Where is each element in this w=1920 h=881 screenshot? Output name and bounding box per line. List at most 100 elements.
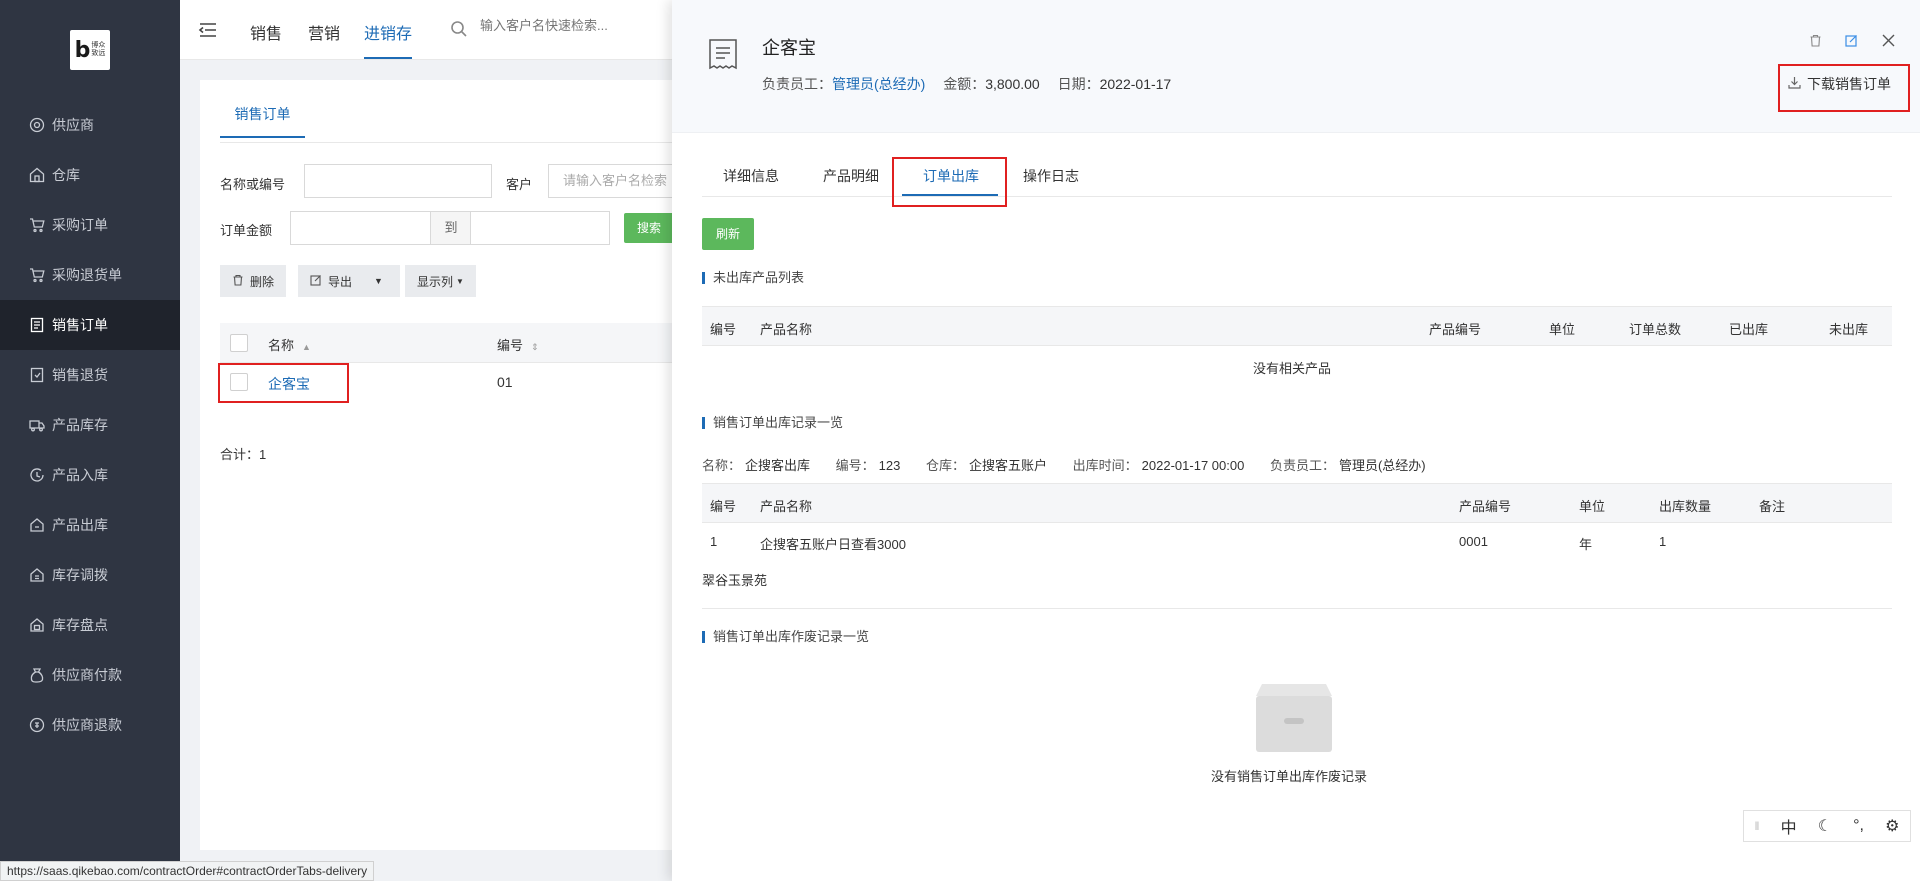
name-filter-label: 名称或编号 xyxy=(220,177,286,192)
owner-label: 负责员工： xyxy=(762,76,832,92)
logo-text-2: 致远 xyxy=(91,50,106,57)
inventory-icon xyxy=(28,616,46,634)
punctuation-icon[interactable]: °, xyxy=(1853,817,1864,835)
sidebar-item-label: 销售订单 xyxy=(52,317,108,333)
owner-link[interactable]: 管理员(总经办) xyxy=(832,76,925,92)
caret-down-icon[interactable]: ▼ xyxy=(374,276,383,286)
col-product-code: 产品编号 xyxy=(1459,499,1512,514)
date-label: 日期： xyxy=(1057,76,1100,92)
sidebar-item-warehouse[interactable]: 仓库 xyxy=(0,150,180,200)
order-code: 01 xyxy=(497,374,513,390)
gear-icon[interactable]: ⚙ xyxy=(1885,816,1899,836)
transfer-icon xyxy=(28,566,46,584)
column-name-header[interactable]: 名称 ▲ xyxy=(268,335,311,354)
delete-button[interactable]: 删除 xyxy=(220,265,287,297)
sidebar-item-supplier[interactable]: 供应商 xyxy=(0,100,180,150)
delivery-record-info: 名称： 企搜客出库 编号： 123 仓库： 企搜客五账户 出库时间： 2022-01-1… xyxy=(702,458,1426,473)
tab-order-delivery[interactable]: 订单出库 xyxy=(923,166,979,186)
delete-icon[interactable] xyxy=(1809,34,1823,48)
search-button[interactable]: 搜索 xyxy=(624,213,674,243)
tab-detail-info[interactable]: 详细信息 xyxy=(723,166,779,186)
delivery-table-header: 编号 产品名称 产品编号 单位 出库数量 备注 xyxy=(702,483,1892,523)
logo-letter: b xyxy=(74,37,91,63)
tab-sales-order[interactable]: 销售订单 xyxy=(220,104,305,138)
tab-product-detail[interactable]: 产品明细 xyxy=(823,166,879,186)
sidebar-item-label: 产品出库 xyxy=(52,517,108,533)
columns-label: 显示列 xyxy=(417,274,454,289)
sidebar-item-stock-count[interactable]: 库存盘点 xyxy=(0,600,180,650)
col-note: 备注 xyxy=(1759,499,1786,514)
tab-sales[interactable]: 销售 xyxy=(250,20,282,44)
drawer-title: 企客宝 xyxy=(762,38,816,58)
tab-operation-log[interactable]: 操作日志 xyxy=(1023,166,1079,186)
row-product-code: 0001 xyxy=(1459,534,1488,549)
record-warehouse: 企搜客五账户 xyxy=(969,458,1048,473)
menu-collapse-icon[interactable] xyxy=(198,20,218,40)
sidebar-item-supplier-payment[interactable]: 供应商付款 xyxy=(0,650,180,700)
grip-icon[interactable]: ‖ xyxy=(1755,819,1760,833)
sidebar-item-label: 库存调拨 xyxy=(52,567,108,583)
sidebar: b 博众 致远 供应商 仓库 采购订单 采购退货单 销售订单 销售退货 产品库存… xyxy=(0,0,180,881)
moon-icon[interactable]: ☾ xyxy=(1818,816,1832,836)
download-order-button[interactable]: 下载销售订单 xyxy=(1788,74,1891,94)
customer-search-input[interactable] xyxy=(480,18,680,33)
inbound-icon xyxy=(28,466,46,484)
close-icon[interactable] xyxy=(1882,34,1896,48)
edit-icon[interactable] xyxy=(1845,34,1859,48)
amount-to-label: 到 xyxy=(431,211,471,245)
drawer-header: 企客宝 负责员工：管理员(总经办) 金额：3,800.00 日期：2022-01… xyxy=(672,0,1920,133)
sidebar-item-label: 供应商退款 xyxy=(52,717,122,733)
order-name-link[interactable]: 企客宝 xyxy=(268,374,310,394)
main-panel: 销售订单 名称或编号 客户 请输入客户名检索 订单金额 到 搜索 删除 导出 ▼… xyxy=(200,80,708,850)
sort-asc-icon: ▲ xyxy=(302,342,311,352)
sort-icon: ⇕ xyxy=(531,342,539,352)
sidebar-item-sales-return[interactable]: 销售退货 xyxy=(0,350,180,400)
money-bag-icon xyxy=(28,666,46,684)
product-name-link[interactable]: 企搜客五账户日查看3000 xyxy=(760,534,906,553)
record-code: 123 xyxy=(878,458,901,473)
cart-return-icon xyxy=(28,266,46,284)
amount-label: 金额： xyxy=(943,76,986,92)
col-order-total: 订单总数 xyxy=(1629,322,1682,337)
sidebar-item-stock-transfer[interactable]: 库存调拨 xyxy=(0,550,180,600)
no-void-records-message: 没有销售订单出库作废记录 xyxy=(1211,769,1368,784)
sidebar-item-product-inbound[interactable]: 产品入库 xyxy=(0,450,180,500)
export-label: 导出 xyxy=(328,274,353,289)
sidebar-item-purchase-order[interactable]: 采购订单 xyxy=(0,200,180,250)
row-unit: 年 xyxy=(1579,537,1593,552)
caret-down-icon: ▼ xyxy=(456,276,464,286)
row-no: 1 xyxy=(710,534,718,549)
tab-inventory[interactable]: 进销存 xyxy=(364,20,413,59)
search-icon[interactable] xyxy=(450,20,468,38)
sidebar-item-label: 销售退货 xyxy=(52,367,108,383)
name-filter-input[interactable] xyxy=(304,164,492,198)
no-products-message: 没有相关产品 xyxy=(1253,361,1332,376)
amount-filter-label: 订单金额 xyxy=(220,223,273,238)
sidebar-nav: 供应商 仓库 采购订单 采购退货单 销售订单 销售退货 产品库存 产品入库 产品… xyxy=(0,100,180,750)
col-unit: 单位 xyxy=(1579,499,1606,514)
sidebar-item-label: 供应商 xyxy=(52,117,94,133)
select-all-checkbox[interactable] xyxy=(230,334,248,352)
app-logo[interactable]: b 博众 致远 xyxy=(70,30,110,70)
sidebar-item-purchase-return[interactable]: 采购退货单 xyxy=(0,250,180,300)
col-product-name: 产品名称 xyxy=(760,499,813,514)
tab-marketing[interactable]: 营销 xyxy=(308,20,340,44)
outbound-icon xyxy=(28,516,46,534)
col-delivered: 已出库 xyxy=(1729,322,1769,337)
return-doc-icon xyxy=(28,366,46,384)
ime-language-toggle[interactable]: 中 xyxy=(1781,814,1797,838)
amount-min-input[interactable] xyxy=(290,211,431,245)
sidebar-item-supplier-refund[interactable]: 供应商退款 xyxy=(0,700,180,750)
col-no: 编号 xyxy=(710,322,737,337)
sidebar-item-sales-order[interactable]: 销售订单 xyxy=(0,300,180,350)
refresh-button[interactable]: 刷新 xyxy=(702,218,754,250)
amount-max-input[interactable] xyxy=(470,211,610,245)
row-checkbox[interactable] xyxy=(230,373,248,391)
columns-button[interactable]: 显示列 ▼ xyxy=(405,265,476,297)
sidebar-item-product-outbound[interactable]: 产品出库 xyxy=(0,500,180,550)
sidebar-item-product-stock[interactable]: 产品库存 xyxy=(0,400,180,450)
truck-icon xyxy=(28,416,46,434)
supplier-icon xyxy=(28,116,46,134)
export-button[interactable]: 导出 ▼ xyxy=(298,265,400,297)
column-code-header[interactable]: 编号 ⇕ xyxy=(497,335,539,354)
